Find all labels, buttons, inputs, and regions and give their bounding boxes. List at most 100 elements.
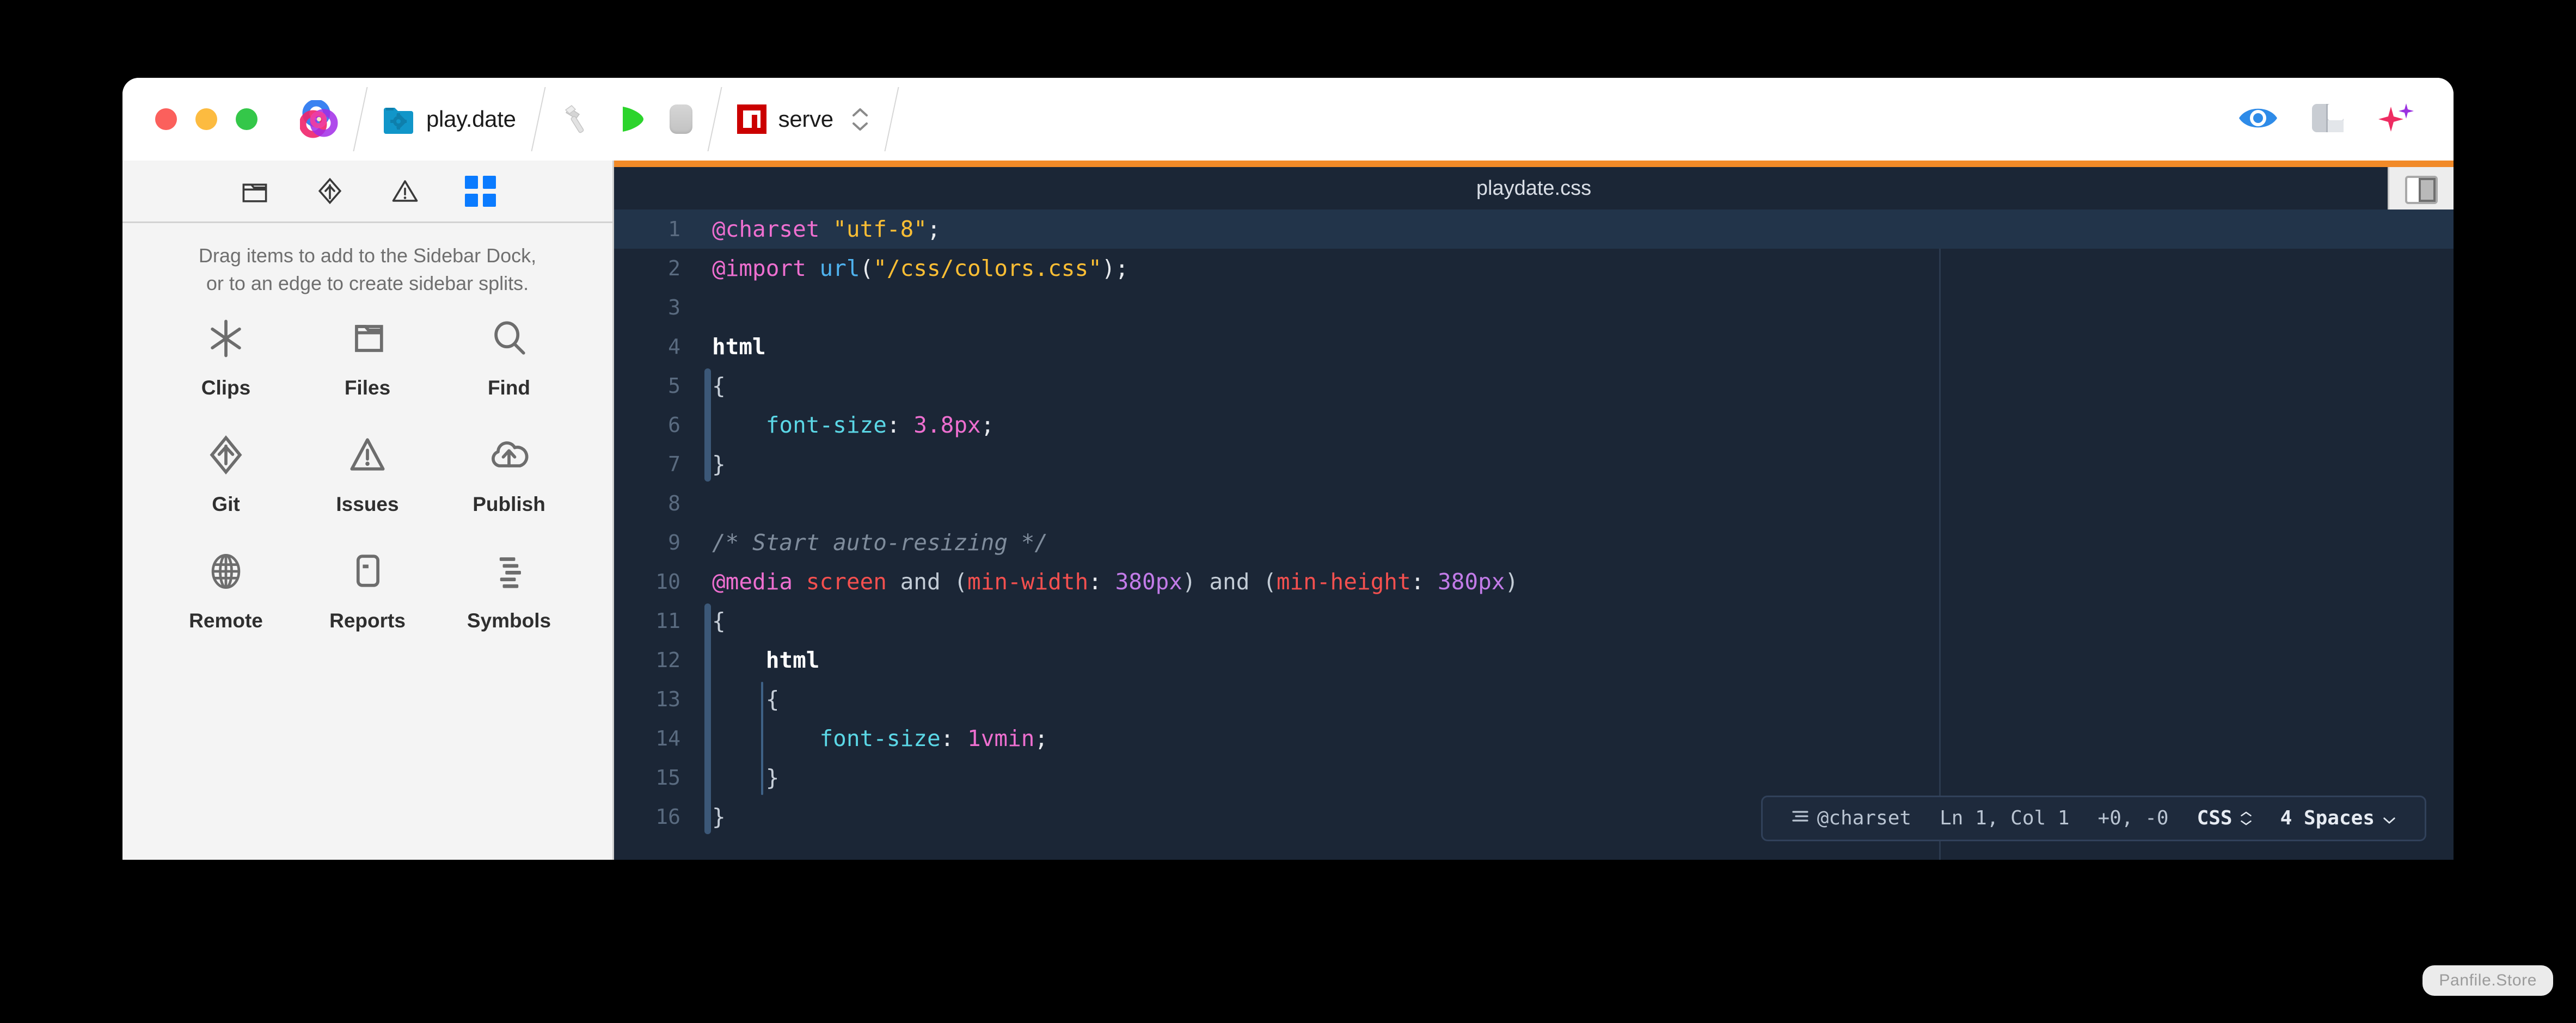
code-line[interactable]: 5{ (614, 366, 2454, 405)
dock-item-label: Remote (189, 609, 263, 632)
editor-filename: playdate.css (1476, 176, 1592, 200)
stop-icon[interactable] (669, 104, 692, 134)
editor-status-bar: @charset Ln 1, Col 1 +0, -0 CSS 4 Spaces (1761, 796, 2426, 841)
code-token: @import (712, 255, 806, 281)
dock-item-files[interactable]: Files (297, 312, 438, 399)
project-group: play.date (383, 104, 516, 134)
toolbar-divider (531, 87, 546, 151)
code-token: font-size (765, 412, 887, 438)
code-line[interactable]: 12 html (614, 640, 2454, 680)
task-selector[interactable]: serve (737, 104, 869, 134)
line-number: 2 (668, 256, 680, 280)
right-sidebar-toggle-icon[interactable] (2388, 167, 2454, 214)
sparkles-icon[interactable] (2376, 101, 2414, 138)
code-line[interactable]: 10 @media screen and (min-width: 380px) a… (614, 562, 2454, 601)
code-token: "/css/colors.css" (873, 255, 1102, 281)
sidebar-item-git[interactable] (314, 175, 346, 207)
status-symbol[interactable]: @charset (1777, 799, 1925, 838)
code-line-text: @media screen and (min-width: 380px) and… (697, 562, 2454, 601)
preview-eye-icon[interactable] (2237, 103, 2279, 135)
code-line[interactable]: 13 { (614, 680, 2454, 719)
traffic-light-controls (155, 108, 257, 130)
code-token: ( (860, 255, 874, 281)
status-indentation-label: 4 Spaces (2280, 807, 2375, 829)
dock-item-label: Git (212, 493, 240, 516)
code-lines: 1 @charset "utf-8"; 2 @import url("/css/col… (614, 209, 2454, 836)
dock-item-clips[interactable]: Clips (155, 312, 297, 399)
line-number: 14 (655, 726, 680, 750)
code-editor-area[interactable]: 1 @charset "utf-8"; 2 @import url("/css/col… (614, 209, 2454, 860)
sidebar-tabbar (122, 161, 612, 223)
globe-icon (200, 545, 252, 597)
hammer-icon[interactable] (561, 102, 594, 136)
code-line[interactable]: 6 font-size: 3.8px; (614, 405, 2454, 445)
dock-item-symbols[interactable]: Symbols (438, 545, 580, 632)
magnifier-icon (483, 312, 535, 365)
line-number: 8 (668, 491, 680, 515)
dock-item-git[interactable]: Git (155, 429, 297, 516)
code-token: html (712, 334, 766, 360)
sidebar-item-dock[interactable] (464, 175, 496, 207)
code-line-text: } (697, 758, 2454, 797)
code-line[interactable]: 1 @charset "utf-8"; (614, 209, 2454, 249)
dock-item-issues[interactable]: Issues (297, 429, 438, 516)
toolbar-divider (353, 87, 368, 151)
code-token: min-height (1276, 569, 1411, 595)
code-line[interactable]: 14 font-size: 1vmin; (614, 719, 2454, 758)
code-line[interactable]: 3 (614, 288, 2454, 327)
code-token: html (765, 647, 820, 673)
code-line[interactable]: 15 } (614, 758, 2454, 797)
code-token: ( (1249, 569, 1277, 595)
close-button[interactable] (155, 108, 177, 130)
code-line[interactable]: 4 html (614, 327, 2454, 366)
indent-guide (761, 682, 763, 795)
code-token: "utf-8" (833, 216, 927, 242)
dock-item-label: Issues (336, 493, 399, 516)
code-line[interactable]: 9 /* Start auto-resizing */ (614, 523, 2454, 562)
code-line[interactable]: 7} (614, 445, 2454, 484)
sidebar-item-files[interactable] (238, 175, 271, 207)
chevron-up-down-icon[interactable] (851, 108, 869, 131)
line-number: 12 (655, 648, 680, 672)
code-line-text: font-size: 1vmin; (697, 719, 2454, 758)
code-line[interactable]: 8 (614, 484, 2454, 523)
code-token: } (765, 765, 780, 791)
editor-pane: playdate.css 1 @charset "utf-8"; 2 @import … (614, 161, 2454, 860)
play-icon[interactable] (616, 103, 648, 135)
sidebar-hint-line2: or to an edge to create sidebar splits. (206, 272, 529, 295)
dock-item-publish[interactable]: Publish (438, 429, 580, 516)
minimize-button[interactable] (195, 108, 217, 130)
chevron-up-down-icon (2240, 811, 2252, 826)
line-number: 3 (668, 295, 680, 319)
status-indentation-selector[interactable]: 4 Spaces (2266, 799, 2411, 838)
code-token: : (886, 412, 914, 438)
dock-item-remote[interactable]: Remote (155, 545, 297, 632)
indent-guide (704, 603, 711, 834)
asterisk-icon (200, 312, 252, 365)
grid-icon (464, 175, 496, 207)
code-line[interactable]: 11 { (614, 601, 2454, 640)
code-token: : (940, 725, 968, 751)
sidebar-item-issues[interactable] (389, 175, 421, 207)
panel-layout-icon[interactable] (2311, 103, 2345, 136)
dock-item-reports[interactable]: Reports (297, 545, 438, 632)
code-token: } (712, 804, 726, 830)
code-line-text: /* Start auto-resizing */ (697, 523, 2454, 562)
project-button[interactable]: play.date (383, 104, 516, 134)
code-line-text: @charset "utf-8"; (697, 209, 2454, 249)
line-number: 7 (668, 452, 680, 476)
nova-app-icon[interactable] (299, 99, 338, 138)
watermark-badge: Panfile.Store (2422, 965, 2553, 996)
code-token: ) (1182, 569, 1196, 595)
code-line[interactable]: 2 @import url("/css/colors.css"); (614, 249, 2454, 288)
dock-item-find[interactable]: Find (438, 312, 580, 399)
window-body: Drag items to add to the Sidebar Dock, o… (122, 161, 2454, 860)
code-token: } (712, 451, 726, 477)
status-language-selector[interactable]: CSS (2183, 799, 2266, 838)
code-line-text: { (697, 601, 2454, 640)
zoom-button[interactable] (236, 108, 257, 130)
